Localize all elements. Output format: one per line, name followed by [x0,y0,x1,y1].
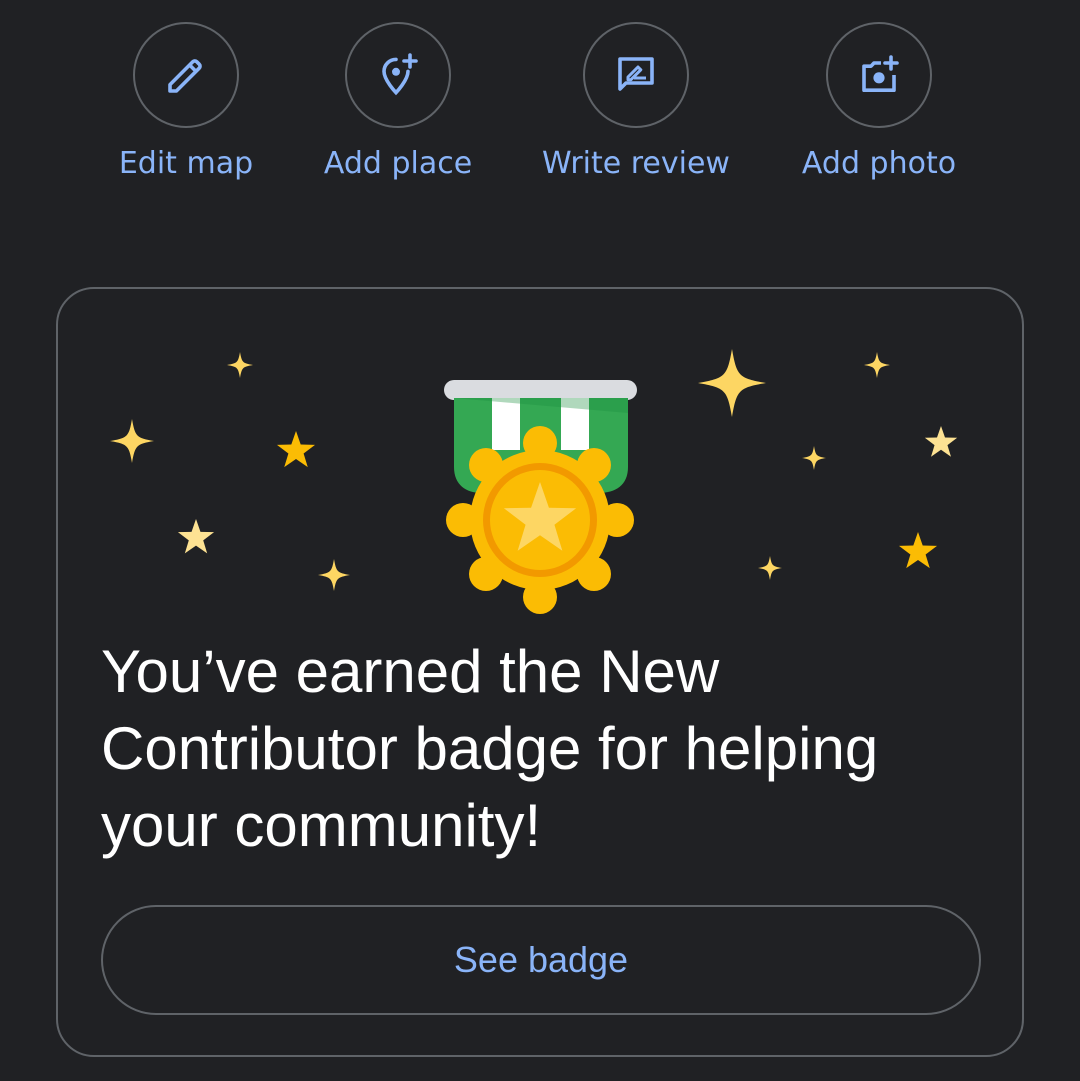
write-review-button[interactable]: Write review [516,22,756,186]
edit-map-button[interactable]: Edit map [66,22,306,186]
add-photo-label: Add photo [801,146,957,181]
write-review-icon-circle [583,22,689,128]
add-location-icon [382,53,418,96]
medal [444,380,637,614]
add-place-button[interactable]: Add place [278,22,518,186]
badge-card: You’ve earned the New Contributor badge … [56,287,1024,1057]
write-review-label: Write review [542,146,730,181]
add-place-label: Add place [323,146,473,181]
edit-map-label: Edit map [118,146,254,181]
add-photo-icon [862,55,899,92]
medal-icon [110,349,958,614]
badge-message: You’ve earned the New Contributor badge … [101,638,879,859]
see-badge-button[interactable]: See badge [101,905,981,1015]
add-photo-button[interactable]: Add photo [759,22,999,186]
contribute-actions: Edit map Add place Write review Add phot… [0,0,1080,260]
pencil-icon [168,59,202,93]
rate-review-icon [618,57,654,91]
add-place-icon-circle [345,22,451,128]
edit-map-icon-circle [133,22,239,128]
add-photo-icon-circle [826,22,932,128]
